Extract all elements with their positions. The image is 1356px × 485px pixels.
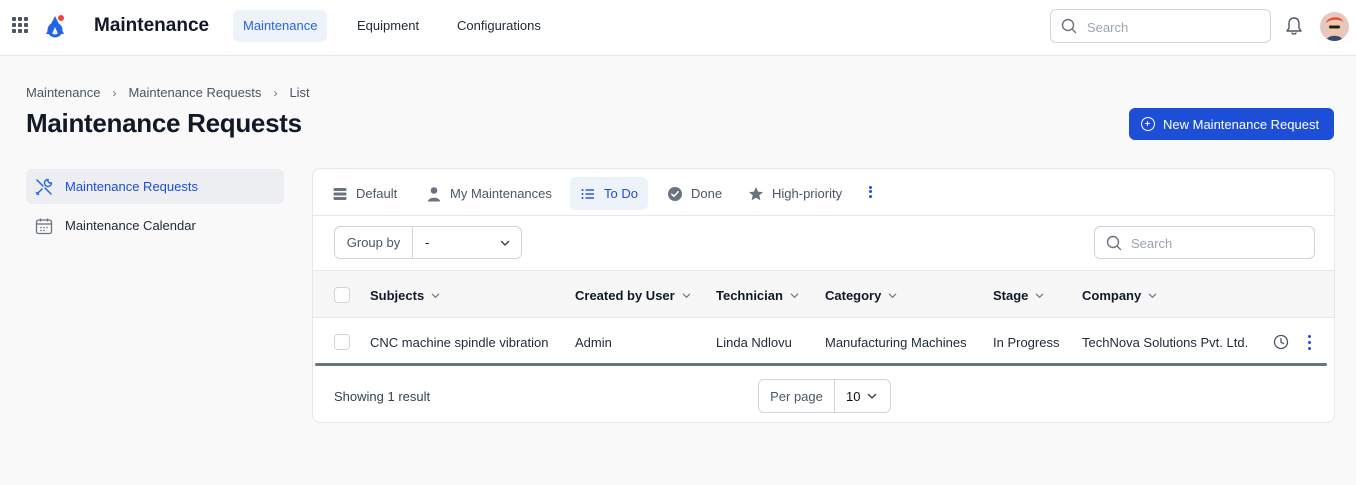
chevron-down-icon — [887, 290, 898, 301]
list-search-input[interactable] — [1131, 233, 1301, 253]
view-tab-my-maintenances[interactable]: My Maintenances — [416, 177, 562, 210]
cell-subject[interactable]: CNC machine spindle vibration — [370, 318, 548, 366]
cell-stage: In Progress — [993, 334, 1060, 350]
column-label: Technician — [716, 287, 783, 303]
chevron-down-icon — [1147, 290, 1158, 301]
view-tab-high-priority[interactable]: High-priority — [738, 177, 852, 210]
view-tab-label: Default — [356, 186, 398, 201]
column-header-subjects[interactable]: Subjects — [370, 271, 441, 319]
app-title: Maintenance — [94, 15, 210, 36]
breadcrumb-list: List — [289, 85, 310, 100]
cell-technician: Linda Ndlovu — [716, 334, 792, 350]
more-views-icon[interactable] — [865, 184, 875, 202]
chevron-right-icon: › — [112, 85, 117, 100]
bell-icon[interactable] — [1285, 16, 1303, 36]
row-checkbox[interactable] — [334, 334, 350, 350]
search-icon — [1061, 18, 1077, 34]
chevron-down-icon — [430, 290, 441, 301]
breadcrumb: Maintenance › Maintenance Requests › Lis… — [26, 85, 310, 100]
breadcrumb-maintenance-requests[interactable]: Maintenance Requests — [128, 85, 261, 100]
table-row[interactable]: CNC machine spindle vibration Admin Lind… — [313, 318, 1334, 366]
per-page-label: Per page — [759, 380, 835, 412]
view-tab-label: High-priority — [772, 186, 843, 201]
select-all-checkbox[interactable] — [334, 287, 350, 303]
column-label: Created by User — [575, 287, 675, 303]
global-search[interactable] — [1050, 9, 1271, 43]
column-label: Company — [1082, 287, 1142, 303]
chevron-down-icon — [681, 290, 692, 301]
table-header: Subjects Created by User Technician Cate… — [313, 270, 1334, 318]
per-page-value: 10 — [846, 388, 861, 404]
per-page-select[interactable]: Per page 10 — [758, 379, 891, 413]
star-icon — [748, 186, 764, 202]
list-search[interactable] — [1094, 226, 1315, 259]
app-logo-icon[interactable] — [42, 13, 68, 39]
nav-tab-configurations[interactable]: Configurations — [447, 10, 551, 42]
column-header-technician[interactable]: Technician — [716, 271, 800, 319]
column-header-category[interactable]: Category — [825, 271, 898, 319]
column-label: Subjects — [370, 287, 425, 303]
page-title: Maintenance Requests — [26, 108, 302, 138]
chevron-down-icon — [500, 240, 510, 246]
list-panel: Default My Maintenances To Do Done High-… — [312, 168, 1335, 423]
chevron-down-icon — [1034, 290, 1045, 301]
column-header-company[interactable]: Company — [1082, 271, 1158, 319]
column-header-created-by-user[interactable]: Created by User — [575, 271, 692, 319]
sidebar-item-label: Maintenance Calendar — [65, 218, 196, 233]
breadcrumb-maintenance[interactable]: Maintenance — [26, 85, 100, 100]
result-count: Showing 1 result — [334, 389, 431, 404]
cell-category: Manufacturing Machines — [825, 334, 967, 350]
nav-tab-maintenance[interactable]: Maintenance — [233, 10, 328, 42]
cell-created-by-user: Admin — [575, 334, 612, 350]
sidebar-item-label: Maintenance Requests — [65, 179, 198, 194]
table-icon — [332, 186, 348, 202]
column-label: Stage — [993, 287, 1029, 303]
chevron-down-icon — [789, 290, 800, 301]
list-icon — [580, 186, 596, 202]
search-icon — [1106, 235, 1122, 251]
nav-tab-equipment[interactable]: Equipment — [347, 10, 429, 42]
new-button-label: New Maintenance Request — [1163, 116, 1320, 132]
column-header-stage[interactable]: Stage — [993, 271, 1045, 319]
apps-grid-icon[interactable] — [12, 17, 28, 33]
calendar-icon — [34, 216, 54, 236]
global-search-input[interactable] — [1087, 17, 1257, 37]
check-circle-icon — [667, 186, 683, 202]
column-label: Category — [825, 287, 882, 303]
new-maintenance-request-button[interactable]: New Maintenance Request — [1129, 108, 1334, 140]
view-tabs: Default My Maintenances To Do Done High-… — [313, 169, 1334, 216]
group-by-label: Group by — [335, 227, 413, 258]
user-avatar[interactable] — [1320, 12, 1349, 41]
group-by-select[interactable]: Group by - — [334, 226, 522, 259]
clock-icon[interactable] — [1273, 318, 1289, 366]
view-tab-done[interactable]: Done — [657, 177, 732, 210]
horizontal-scrollbar[interactable] — [315, 363, 1327, 366]
group-by-value: - — [425, 235, 430, 250]
view-tab-label: My Maintenances — [450, 186, 552, 201]
view-tab-default[interactable]: Default — [322, 177, 407, 210]
top-bar: Maintenance Maintenance Equipment Config… — [0, 0, 1356, 56]
tools-icon — [34, 177, 54, 197]
row-actions-icon[interactable] — [1308, 318, 1311, 366]
cell-company: TechNova Solutions Pvt. Ltd. — [1082, 334, 1249, 350]
view-tab-label: Done — [691, 186, 723, 201]
plus-circle-icon — [1141, 117, 1155, 131]
sidebar-item-maintenance-requests[interactable]: Maintenance Requests — [26, 169, 284, 204]
sidebar-item-maintenance-calendar[interactable]: Maintenance Calendar — [26, 208, 284, 243]
view-tab-to-do[interactable]: To Do — [570, 177, 648, 210]
chevron-right-icon: › — [273, 85, 278, 100]
chevron-down-icon — [867, 393, 877, 399]
view-tab-label: To Do — [604, 186, 638, 201]
user-icon — [426, 186, 442, 202]
